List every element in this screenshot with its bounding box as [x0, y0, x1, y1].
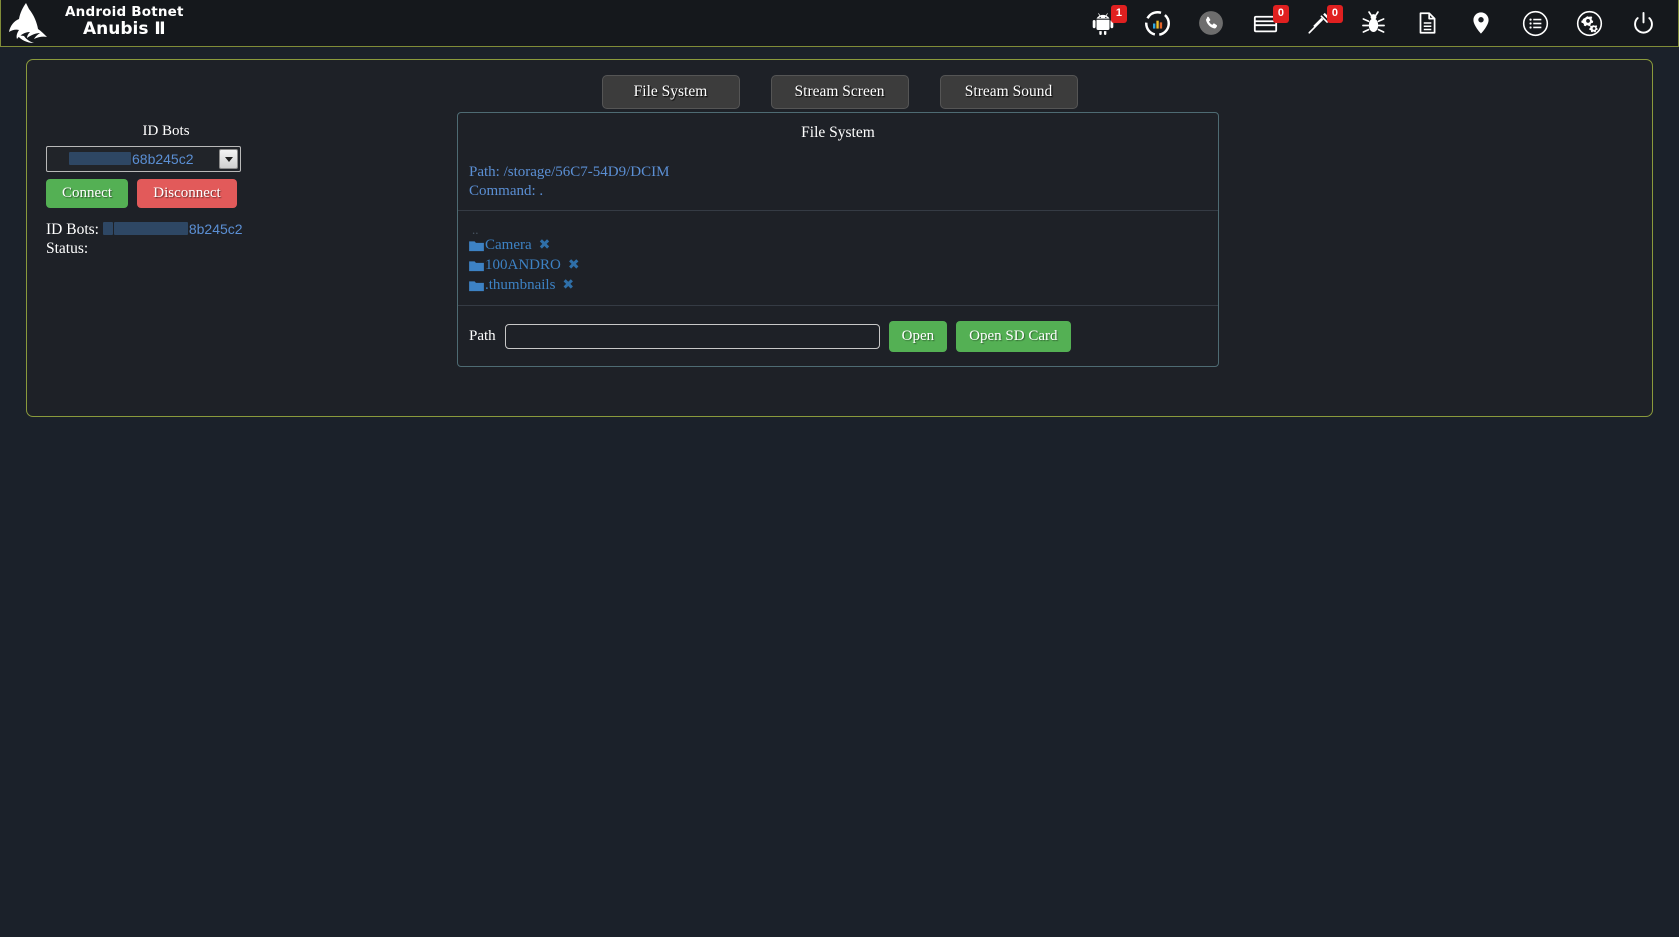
delete-icon[interactable]: ✖: [568, 256, 580, 275]
tab-stream-screen[interactable]: Stream Screen: [770, 75, 909, 109]
android-icon[interactable]: 1: [1088, 5, 1127, 38]
bug-icon[interactable]: [1358, 8, 1388, 38]
tab-file-system[interactable]: File System: [601, 75, 740, 109]
syringe-icon[interactable]: 0: [1304, 5, 1343, 38]
main-content-panel: File System Stream Screen Stream Sound I…: [26, 59, 1653, 417]
delete-icon[interactable]: ✖: [562, 276, 574, 295]
bug-glyph: [1361, 10, 1385, 33]
bot-info-block: ID Bots: 8b245c2 Status:: [46, 220, 457, 258]
location-pin-glyph: [1473, 12, 1489, 34]
folder-link[interactable]: 100ANDRO: [469, 256, 561, 275]
folder-icon: [469, 260, 484, 271]
gears-circle-glyph: [1576, 10, 1602, 36]
status-row: Status:: [46, 239, 457, 258]
brand-title: Android Botnet Anubis Ⅱ: [65, 3, 184, 41]
list-circle-glyph: [1522, 10, 1548, 36]
folder-icon: [469, 240, 484, 251]
header-icon-bar: 1 0 0: [1088, 5, 1664, 38]
document-icon[interactable]: [1412, 8, 1442, 38]
path-input[interactable]: [504, 324, 880, 349]
id-bots-value: 8b245c2: [102, 221, 243, 237]
open-button[interactable]: Open: [888, 321, 948, 352]
brand-line-2: Anubis Ⅱ: [83, 19, 166, 40]
credit-card-badge-count: 0: [1272, 5, 1289, 23]
folder-name: .thumbnails: [485, 277, 556, 293]
id-bots-title: ID Bots: [142, 123, 190, 139]
bot-select-value: 68b245c2: [47, 151, 194, 167]
android-badge-count: 1: [1110, 5, 1127, 23]
id-bots-row: ID Bots: 8b245c2: [46, 220, 457, 239]
file-listing: .. Camera ✖ 100ANDRO ✖ .thumbnails ✖: [458, 211, 1218, 306]
syringe-badge-count: 0: [1326, 5, 1343, 23]
bot-select-dropdown[interactable]: 68b245c2: [46, 146, 241, 172]
top-header-bar: Android Botnet Anubis Ⅱ 1 0 0: [0, 0, 1679, 47]
gears-circle-icon[interactable]: [1574, 8, 1604, 38]
path-entry-row: Path Open Open SD Card: [458, 306, 1218, 366]
credit-card-icon[interactable]: 0: [1250, 5, 1289, 38]
open-sd-card-button[interactable]: Open SD Card: [956, 321, 1071, 352]
brand-line-1: Android Botnet: [65, 3, 184, 20]
bot-control-sidebar: ID Bots 68b245c2 Connect Disconnect ID B…: [27, 109, 457, 367]
chart-donut-icon[interactable]: [1142, 8, 1172, 38]
view-tab-bar: File System Stream Screen Stream Sound: [27, 60, 1652, 109]
tab-stream-sound[interactable]: Stream Sound: [939, 75, 1078, 109]
redacted-block: [102, 222, 113, 235]
list-circle-icon[interactable]: [1520, 8, 1550, 38]
file-system-meta: Path: /storage/56C7-54D9/DCIM Command: .: [458, 142, 1218, 211]
folder-link[interactable]: Camera: [469, 236, 532, 255]
parent-directory-entry[interactable]: ..: [469, 223, 1218, 236]
location-pin-icon[interactable]: [1466, 8, 1496, 38]
document-glyph: [1419, 12, 1436, 34]
brand-logo-block: Android Botnet Anubis Ⅱ: [7, 1, 184, 45]
path-field-label: Path: [469, 328, 496, 344]
folder-name: Camera: [485, 237, 532, 253]
disconnect-button[interactable]: Disconnect: [137, 179, 237, 208]
list-item: .thumbnails ✖: [469, 276, 1218, 295]
chart-donut-glyph: [1144, 10, 1170, 36]
phone-glyph: [1199, 11, 1223, 35]
list-item: Camera ✖: [469, 236, 1218, 255]
panel-body: ID Bots 68b245c2 Connect Disconnect ID B…: [27, 109, 1652, 367]
folder-name: 100ANDRO: [485, 257, 561, 273]
anubis-jackal-logo-icon: [9, 3, 47, 43]
file-system-panel: File System Path: /storage/56C7-54D9/DCI…: [457, 112, 1219, 367]
connection-buttons: Connect Disconnect: [46, 179, 457, 208]
id-bots-label: ID Bots:: [46, 221, 99, 238]
status-label: Status:: [46, 240, 89, 257]
folder-icon: [469, 280, 484, 291]
current-command-text: Command: .: [469, 183, 544, 199]
power-icon[interactable]: [1628, 8, 1658, 38]
redacted-block: [69, 152, 131, 165]
connect-button[interactable]: Connect: [46, 179, 128, 208]
redacted-block: [113, 222, 188, 235]
delete-icon[interactable]: ✖: [539, 236, 551, 255]
list-item: 100ANDRO ✖: [469, 256, 1218, 275]
power-glyph: [1633, 11, 1653, 33]
phone-icon[interactable]: [1196, 8, 1226, 38]
file-system-title: File System: [801, 124, 875, 141]
folder-link[interactable]: .thumbnails: [469, 276, 555, 295]
chevron-down-icon[interactable]: [219, 149, 238, 169]
current-path-text: Path: /storage/56C7-54D9/DCIM: [469, 164, 670, 180]
